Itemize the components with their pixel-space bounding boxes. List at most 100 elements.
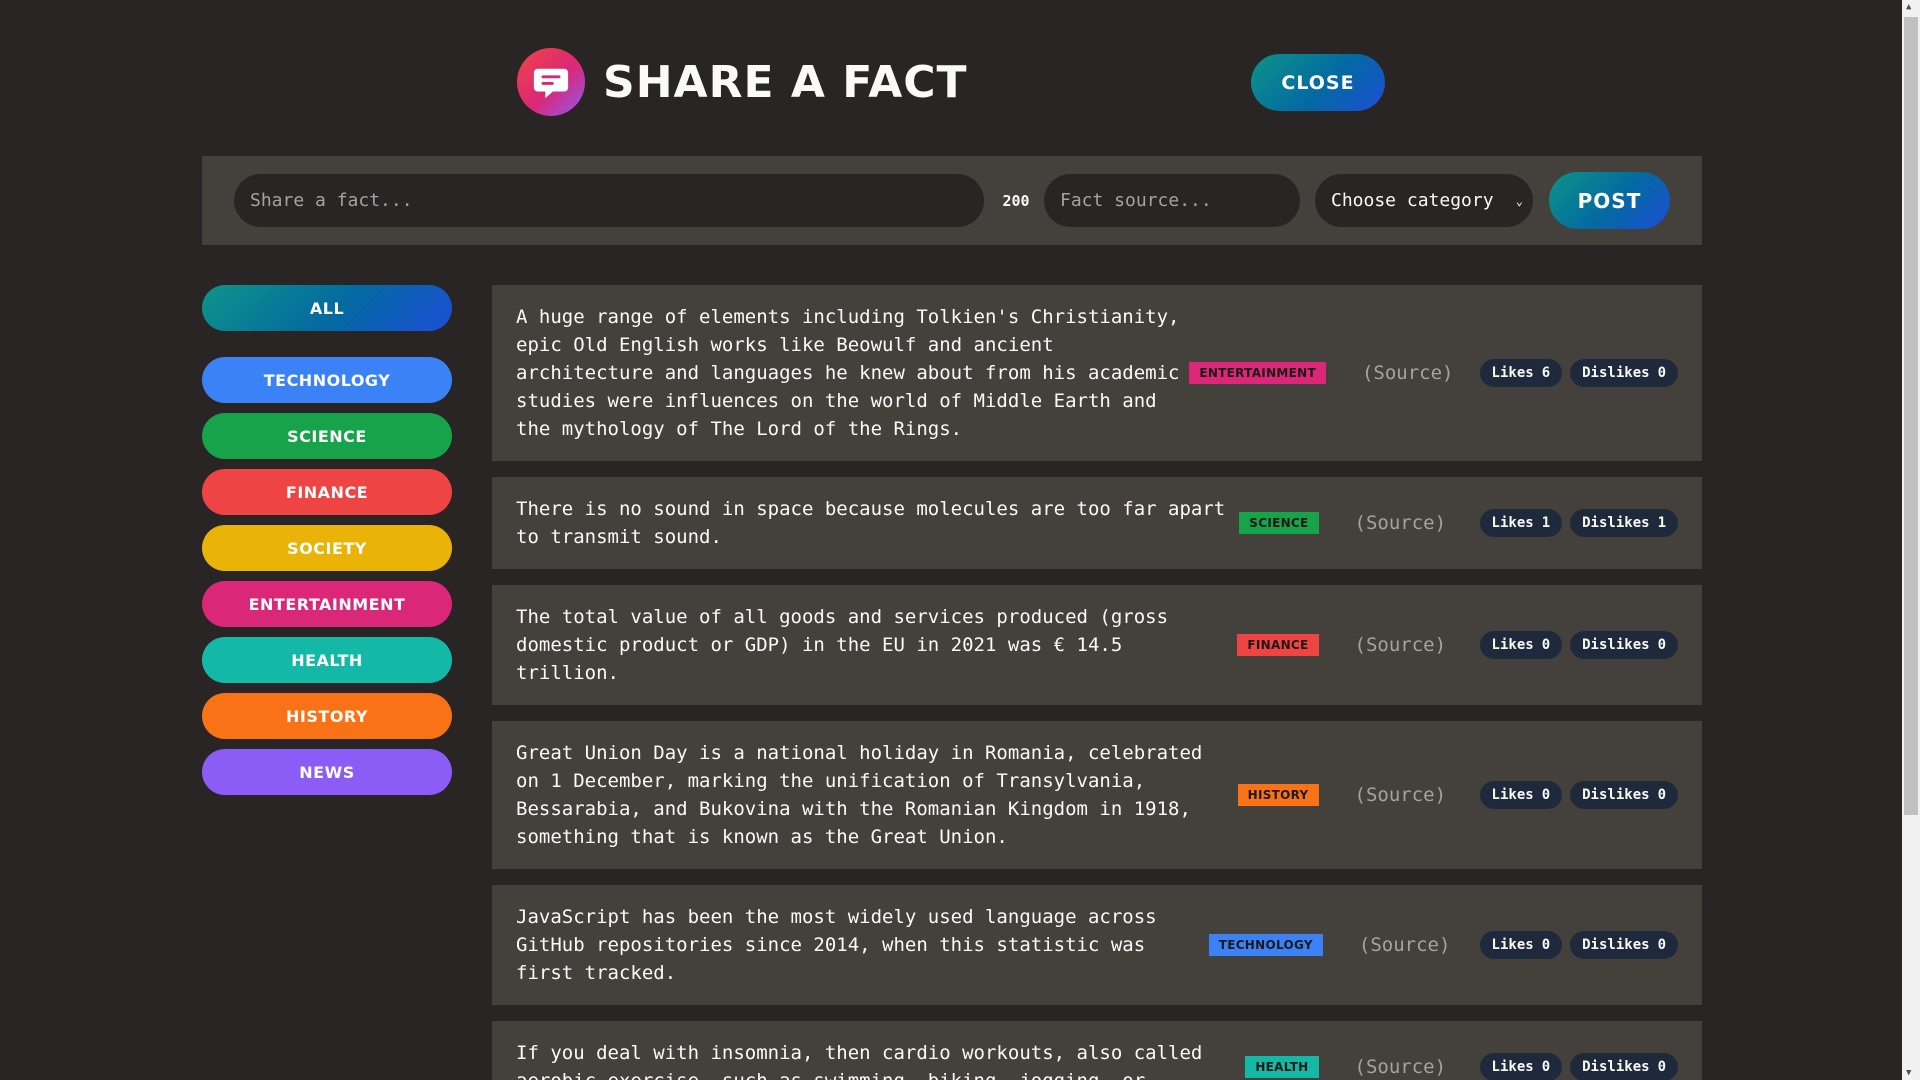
fact-item: A huge range of elements including Tolki… [492, 285, 1702, 461]
page: SHARE A FACT CLOSE Share a fact... 200 F… [0, 0, 1902, 1080]
source-link[interactable]: (Source) [1362, 362, 1470, 384]
like-label: Likes [1491, 1059, 1534, 1075]
source-link[interactable]: (Source) [1355, 784, 1470, 806]
category-tag: ENTERTAINMENT [1189, 362, 1326, 384]
fact-form: Share a fact... 200 Fact source... Choos… [202, 156, 1702, 245]
like-button[interactable]: Likes 6 [1479, 359, 1563, 387]
like-count: 0 [1541, 787, 1551, 803]
dislike-button[interactable]: Dislikes 1 [1570, 509, 1678, 537]
vote-buttons: Likes 0 Dislikes 0 [1479, 781, 1678, 809]
header: SHARE A FACT [517, 48, 968, 116]
dislike-count: 0 [1657, 787, 1666, 803]
category-button-entertainment[interactable]: ENTERTAINMENT [202, 581, 452, 627]
tag-wrap: ENTERTAINMENT [1189, 362, 1362, 384]
vote-buttons: Likes 1 Dislikes 1 [1479, 509, 1678, 537]
scrollbar[interactable]: ▲ ▼ [1902, 0, 1920, 1080]
dislike-label: Dislikes [1582, 637, 1650, 653]
fact-text: There is no sound in space because molec… [516, 498, 1226, 548]
dislike-count: 0 [1657, 937, 1666, 953]
dislike-label: Dislikes [1582, 787, 1650, 803]
fact-input[interactable]: Share a fact... [234, 174, 984, 227]
fact-item: There is no sound in space because molec… [492, 477, 1702, 569]
source-input[interactable]: Fact source... [1044, 174, 1300, 227]
dislike-label: Dislikes [1582, 365, 1650, 381]
category-tag: FINANCE [1237, 634, 1319, 656]
vote-buttons: Likes 0 Dislikes 0 [1479, 631, 1678, 659]
like-count: 0 [1541, 1059, 1551, 1075]
like-label: Likes [1491, 365, 1534, 381]
category-select-value: Choose category [1331, 190, 1494, 211]
category-tag: HISTORY [1237, 784, 1319, 806]
category-button-society[interactable]: SOCIETY [202, 525, 452, 571]
dislike-button[interactable]: Dislikes 0 [1570, 781, 1678, 809]
dislike-label: Dislikes [1582, 1059, 1650, 1075]
fact-list: A huge range of elements including Tolki… [492, 285, 1702, 1080]
category-button-history[interactable]: HISTORY [202, 693, 452, 739]
like-button[interactable]: Likes 0 [1479, 1053, 1563, 1080]
vote-buttons: Likes 0 Dislikes 0 [1479, 931, 1678, 959]
fact-item: If you deal with insomnia, then cardio w… [492, 1021, 1702, 1080]
char-count: 200 [1002, 191, 1030, 210]
app-title: SHARE A FACT [603, 56, 968, 108]
post-button[interactable]: POST [1549, 172, 1670, 229]
scroll-down-icon[interactable]: ▼ [1906, 1068, 1911, 1078]
fact-text: The total value of all goods and service… [516, 606, 1169, 684]
chevron-down-icon: ⌄ [1515, 193, 1523, 208]
category-sidebar: ALL TECHNOLOGY SCIENCE FINANCE SOCIETY ENTER… [202, 285, 452, 805]
dislike-button[interactable]: Dislikes 0 [1570, 359, 1678, 387]
category-select[interactable]: Choose category ⌄ [1315, 174, 1533, 227]
dislike-button[interactable]: Dislikes 0 [1570, 631, 1678, 659]
like-label: Likes [1491, 937, 1534, 953]
tag-wrap: SCIENCE [1236, 512, 1355, 534]
tag-wrap: TECHNOLOGY [1208, 934, 1359, 956]
vote-buttons: Likes 6 Dislikes 0 [1479, 359, 1678, 387]
category-button-science[interactable]: SCIENCE [202, 413, 452, 459]
source-link[interactable]: (Source) [1355, 512, 1470, 534]
like-button[interactable]: Likes 0 [1479, 631, 1563, 659]
category-button-news[interactable]: NEWS [202, 749, 452, 795]
close-button[interactable]: CLOSE [1251, 54, 1385, 111]
scroll-up-icon[interactable]: ▲ [1906, 2, 1911, 12]
fact-text: JavaScript has been the most widely used… [516, 906, 1157, 984]
fact-text: A huge range of elements including Tolki… [516, 306, 1180, 440]
scrollbar-thumb[interactable] [1904, 17, 1918, 815]
category-tag: TECHNOLOGY [1208, 934, 1323, 956]
fact-text: If you deal with insomnia, then cardio w… [516, 1042, 1203, 1080]
category-tag: HEALTH [1245, 1056, 1319, 1078]
like-label: Likes [1491, 787, 1534, 803]
like-count: 0 [1541, 937, 1551, 953]
like-label: Likes [1491, 637, 1534, 653]
dislike-count: 1 [1657, 515, 1666, 531]
dislike-button[interactable]: Dislikes 0 [1570, 1053, 1678, 1080]
fact-item: Great Union Day is a national holiday in… [492, 721, 1702, 869]
chat-bubble-icon [517, 48, 585, 116]
fact-item: JavaScript has been the most widely used… [492, 885, 1702, 1005]
like-count: 6 [1541, 365, 1551, 381]
like-count: 0 [1541, 637, 1551, 653]
like-button[interactable]: Likes 0 [1479, 781, 1563, 809]
category-tag: SCIENCE [1239, 512, 1319, 534]
like-button[interactable]: Likes 1 [1479, 509, 1563, 537]
dislike-label: Dislikes [1582, 515, 1650, 531]
category-button-finance[interactable]: FINANCE [202, 469, 452, 515]
source-link[interactable]: (Source) [1355, 634, 1470, 656]
dislike-count: 0 [1657, 637, 1666, 653]
category-button-technology[interactable]: TECHNOLOGY [202, 357, 452, 403]
vote-buttons: Likes 0 Dislikes 0 [1479, 1053, 1678, 1080]
category-all-button[interactable]: ALL [202, 285, 452, 331]
like-label: Likes [1491, 515, 1534, 531]
tag-wrap: HEALTH [1236, 1056, 1355, 1078]
tag-wrap: HISTORY [1236, 784, 1355, 806]
dislike-count: 0 [1657, 365, 1666, 381]
dislike-button[interactable]: Dislikes 0 [1570, 931, 1678, 959]
source-link[interactable]: (Source) [1355, 1056, 1470, 1078]
dislike-count: 0 [1657, 1059, 1666, 1075]
tag-wrap: FINANCE [1236, 634, 1355, 656]
fact-item: The total value of all goods and service… [492, 585, 1702, 705]
category-list: TECHNOLOGY SCIENCE FINANCE SOCIETY ENTERTAIN… [202, 357, 452, 795]
like-button[interactable]: Likes 0 [1479, 931, 1563, 959]
category-button-health[interactable]: HEALTH [202, 637, 452, 683]
like-count: 1 [1541, 515, 1551, 531]
fact-text: Great Union Day is a national holiday in… [516, 742, 1203, 848]
source-link[interactable]: (Source) [1359, 934, 1470, 956]
